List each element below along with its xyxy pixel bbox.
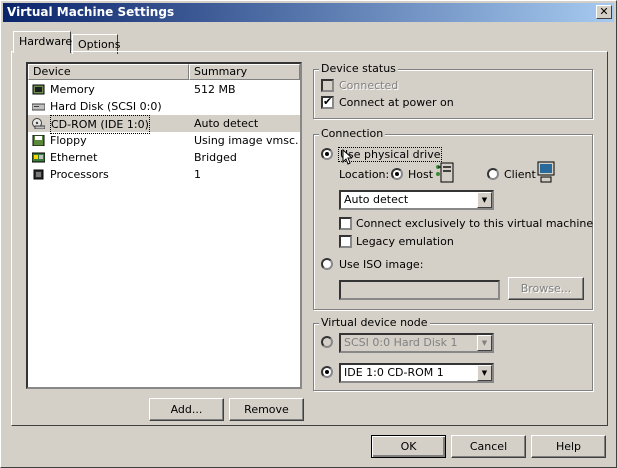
hard-disk-icon (32, 103, 45, 111)
processor-icon (33, 169, 44, 180)
connection-label: Connection (319, 127, 386, 140)
device-row-floppy[interactable]: Floppy Using image vmsc... (28, 132, 300, 149)
iso-path-field[interactable] (339, 280, 500, 300)
use-physical-drive-label: Use physical drive (338, 147, 443, 162)
browse-button[interactable]: Browse... (508, 277, 584, 300)
window-title: Virtual Machine Settings (7, 5, 175, 19)
device-name: Memory (50, 83, 95, 96)
remove-button[interactable]: Remove (229, 398, 304, 421)
settings-window: Virtual Machine Settings ✕ Hardware Opti… (0, 0, 617, 468)
device-row-cdrom[interactable]: CD-ROM (IDE 1:0) Auto detect (28, 115, 300, 134)
device-name: Ethernet (50, 151, 98, 164)
title-bar[interactable]: Virtual Machine Settings (3, 3, 614, 22)
legacy-emulation-label: Legacy emulation (356, 235, 454, 248)
device-summary: Using image vmsc... (194, 134, 298, 147)
client-computer-icon (537, 161, 555, 183)
connected-checkbox[interactable] (321, 79, 334, 92)
device-status-group (313, 69, 593, 119)
physical-drive-value: Auto detect (344, 193, 409, 206)
device-status-label: Device status (319, 62, 398, 75)
ide-node-value: IDE 1:0 CD-ROM 1 (344, 366, 444, 379)
chevron-down-icon[interactable]: ▼ (477, 335, 492, 351)
device-row-hard-disk[interactable]: Hard Disk (SCSI 0:0) (28, 98, 300, 115)
device-summary: 512 MB (194, 83, 236, 96)
use-physical-drive-radio[interactable] (321, 148, 333, 160)
column-header-summary[interactable]: Summary (189, 64, 300, 80)
add-button[interactable]: Add... (149, 398, 224, 421)
tab-hardware[interactable]: Hardware (13, 31, 73, 53)
tab-label: Options (78, 38, 121, 51)
connect-exclusively-checkbox[interactable] (339, 217, 352, 230)
cdrom-icon (32, 118, 45, 129)
chevron-down-icon[interactable]: ▼ (477, 365, 492, 381)
connect-exclusively-label: Connect exclusively to this virtual mach… (356, 217, 594, 230)
virtual-device-node-label: Virtual device node (319, 316, 430, 329)
ide-node-select[interactable]: IDE 1:0 CD-ROM 1 ▼ (339, 363, 494, 383)
scsi-node-value: SCSI 0:0 Hard Disk 1 (344, 336, 458, 349)
radio-dot (325, 370, 329, 374)
device-name: Processors (50, 168, 109, 181)
device-summary: Bridged (194, 151, 237, 164)
host-radio[interactable] (391, 168, 403, 180)
radio-dot (325, 152, 329, 156)
tab-label: Hardware (19, 35, 73, 48)
ethernet-icon (32, 152, 45, 163)
device-name: Floppy (50, 134, 87, 147)
floppy-icon (32, 135, 45, 146)
ide-node-radio[interactable] (321, 366, 333, 378)
memory-icon (32, 84, 45, 95)
chevron-down-icon[interactable]: ▼ (477, 192, 492, 208)
connect-at-power-on-label: Connect at power on (339, 96, 454, 109)
connected-label: Connected (339, 79, 399, 92)
device-row-processors[interactable]: Processors 1 (28, 166, 300, 183)
cancel-button[interactable]: Cancel (451, 435, 526, 458)
device-row-ethernet[interactable]: Ethernet Bridged (28, 149, 300, 166)
radio-dot (395, 172, 399, 176)
connect-at-power-on-checkbox[interactable]: ✔ (321, 95, 334, 109)
device-summary: Auto detect (194, 117, 259, 130)
close-icon[interactable]: ✕ (596, 5, 612, 19)
location-label: Location: (339, 168, 390, 181)
physical-drive-select[interactable]: Auto detect ▼ (339, 190, 494, 210)
device-name: Hard Disk (SCSI 0:0) (50, 100, 162, 113)
ok-button[interactable]: OK (371, 435, 446, 458)
scsi-node-radio[interactable] (321, 336, 333, 348)
use-iso-image-label: Use ISO image: (339, 258, 424, 271)
column-header-device[interactable]: Device (28, 64, 189, 80)
device-list[interactable]: Device Summary Memory 512 MB Hard Disk (… (26, 62, 302, 389)
device-summary: 1 (194, 168, 201, 181)
client-radio[interactable] (487, 168, 499, 180)
help-button[interactable]: Help (531, 435, 606, 458)
checkmark-icon: ✔ (323, 95, 333, 108)
host-computer-icon (436, 162, 454, 183)
host-label: Host (408, 168, 434, 181)
client-label: Client (504, 168, 536, 181)
use-iso-image-radio[interactable] (321, 258, 333, 270)
mouse-pointer-icon (342, 149, 352, 165)
scsi-node-select[interactable]: SCSI 0:0 Hard Disk 1 ▼ (339, 333, 494, 353)
device-row-memory[interactable]: Memory 512 MB (28, 81, 300, 98)
legacy-emulation-checkbox[interactable] (339, 235, 352, 248)
